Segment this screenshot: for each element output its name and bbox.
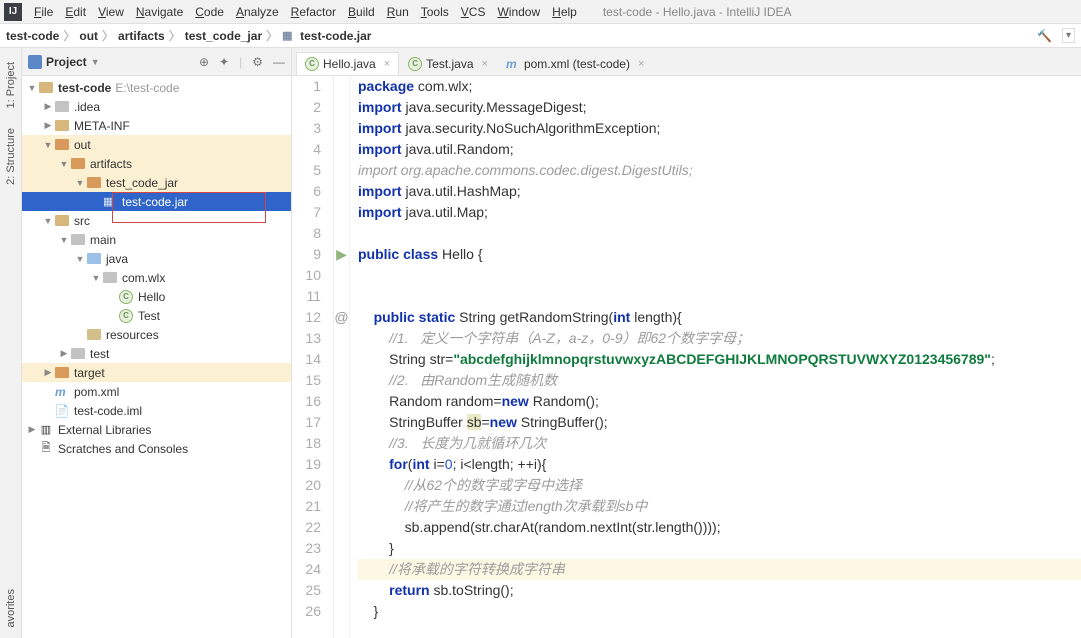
tree-node-hello[interactable]: CHello — [22, 287, 291, 306]
tree-node-test-dir[interactable]: ▶test — [22, 344, 291, 363]
editor-area: CHello.java×CTest.java×mpom.xml (test-co… — [292, 48, 1081, 638]
tree-node-out[interactable]: ▼out — [22, 135, 291, 154]
crumb-test_code_jar[interactable]: test_code_jar — [185, 29, 262, 43]
tab-Test.java[interactable]: CTest.java× — [399, 52, 497, 75]
locate-icon[interactable]: ⊕ — [199, 55, 209, 69]
editor-tabs: CHello.java×CTest.java×mpom.xml (test-co… — [292, 48, 1081, 76]
tab-pom.xml (test-code)[interactable]: mpom.xml (test-code)× — [497, 52, 653, 75]
menu-bar: IJ FileEditViewNavigateCodeAnalyzeRefact… — [0, 0, 1081, 24]
project-view-icon — [28, 55, 42, 69]
chevron-down-icon[interactable]: ▼ — [91, 57, 100, 67]
tree-node-main[interactable]: ▼main — [22, 230, 291, 249]
editor-body[interactable]: 1234567891011121314151617181920212223242… — [292, 76, 1081, 638]
crumb-test-code.jar[interactable]: ▦ test-code.jar — [282, 29, 371, 43]
menu-file[interactable]: File — [28, 2, 59, 22]
tree-node-metainf[interactable]: ▶META-INF — [22, 116, 291, 135]
expand-icon[interactable]: ✦ — [219, 55, 229, 69]
app-logo-icon: IJ — [4, 3, 22, 21]
project-tree: ▼ test-codeE:\test-code ▶.idea ▶META-INF… — [22, 76, 291, 638]
window-title: test-code - Hello.java - IntelliJ IDEA — [603, 5, 792, 19]
tree-node-resources[interactable]: resources — [22, 325, 291, 344]
close-icon[interactable]: × — [384, 58, 390, 70]
tree-node-artifacts[interactable]: ▼artifacts — [22, 154, 291, 173]
tab-structure[interactable]: 2: Structure — [3, 118, 19, 195]
chevron-right-icon: 〉 — [63, 27, 75, 44]
build-icon[interactable]: 🔨 — [1037, 29, 1052, 43]
iml-icon: 📄 — [54, 404, 70, 418]
library-icon: ▥ — [38, 423, 54, 437]
tree-node-pom[interactable]: mpom.xml — [22, 382, 291, 401]
menu-build[interactable]: Build — [342, 2, 381, 22]
menu-help[interactable]: Help — [546, 2, 583, 22]
crumb-artifacts[interactable]: artifacts — [118, 29, 165, 43]
menu-tools[interactable]: Tools — [415, 2, 455, 22]
tab-Hello.java[interactable]: CHello.java× — [296, 52, 399, 75]
chevron-right-icon: 〉 — [266, 27, 278, 44]
tab-favorites[interactable]: avorites — [3, 579, 19, 638]
tree-node-external-libs[interactable]: ▶▥External Libraries — [22, 420, 291, 439]
menu-refactor[interactable]: Refactor — [285, 2, 342, 22]
crumb-test-code[interactable]: test-code — [6, 29, 59, 43]
tree-node-root[interactable]: ▼ test-codeE:\test-code — [22, 78, 291, 97]
menu-view[interactable]: View — [92, 2, 130, 22]
highlight-box — [112, 192, 266, 223]
crumb-out[interactable]: out — [79, 29, 98, 43]
tree-node-test[interactable]: CTest — [22, 306, 291, 325]
menu-run[interactable]: Run — [381, 2, 415, 22]
menu-analyze[interactable]: Analyze — [230, 2, 285, 22]
menu-code[interactable]: Code — [189, 2, 230, 22]
dropdown-icon[interactable]: ▾ — [1062, 28, 1075, 43]
menu-navigate[interactable]: Navigate — [130, 2, 189, 22]
tree-node-idea[interactable]: ▶.idea — [22, 97, 291, 116]
menu-vcs[interactable]: VCS — [455, 2, 492, 22]
menu-window[interactable]: Window — [491, 2, 546, 22]
tree-node-iml[interactable]: 📄test-code.iml — [22, 401, 291, 420]
tree-node-comwlx[interactable]: ▼com.wlx — [22, 268, 291, 287]
nav-tools: 🔨 ▾ — [1037, 28, 1075, 43]
scratches-icon: 🗎 — [38, 442, 54, 456]
chevron-right-icon: 〉 — [169, 27, 181, 44]
left-tool-strip: 1: Project 2: Structure avorites — [0, 48, 22, 638]
tree-node-target[interactable]: ▶target — [22, 363, 291, 382]
chevron-right-icon: 〉 — [102, 27, 114, 44]
breadcrumb: test-code 〉 out 〉 artifacts 〉 test_code_jar 〉 ▦ … — [6, 27, 371, 44]
tab-project[interactable]: 1: Project — [3, 52, 19, 118]
tree-node-testcodejar-dir[interactable]: ▼test_code_jar — [22, 173, 291, 192]
gutter-marks: ▶@ — [334, 76, 350, 638]
menu-edit[interactable]: Edit — [59, 2, 92, 22]
code-content[interactable]: package com.wlx;import java.security.Mes… — [350, 76, 1081, 638]
project-panel-label: Project — [46, 55, 87, 69]
gear-icon[interactable]: ⚙ — [252, 55, 263, 69]
tree-node-java[interactable]: ▼java — [22, 249, 291, 268]
nav-bar: test-code 〉 out 〉 artifacts 〉 test_code_jar 〉 ▦ … — [0, 24, 1081, 48]
hide-icon[interactable]: — — [273, 55, 285, 69]
project-panel: Project ▼ ⊕ ✦ | ⚙ — ▼ test-codeE:\test-c… — [22, 48, 292, 638]
project-panel-header: Project ▼ ⊕ ✦ | ⚙ — — [22, 48, 291, 76]
close-icon[interactable]: × — [482, 58, 488, 70]
line-number-gutter: 1234567891011121314151617181920212223242… — [292, 76, 334, 638]
tree-node-scratches[interactable]: 🗎Scratches and Consoles — [22, 439, 291, 458]
close-icon[interactable]: × — [638, 58, 644, 70]
